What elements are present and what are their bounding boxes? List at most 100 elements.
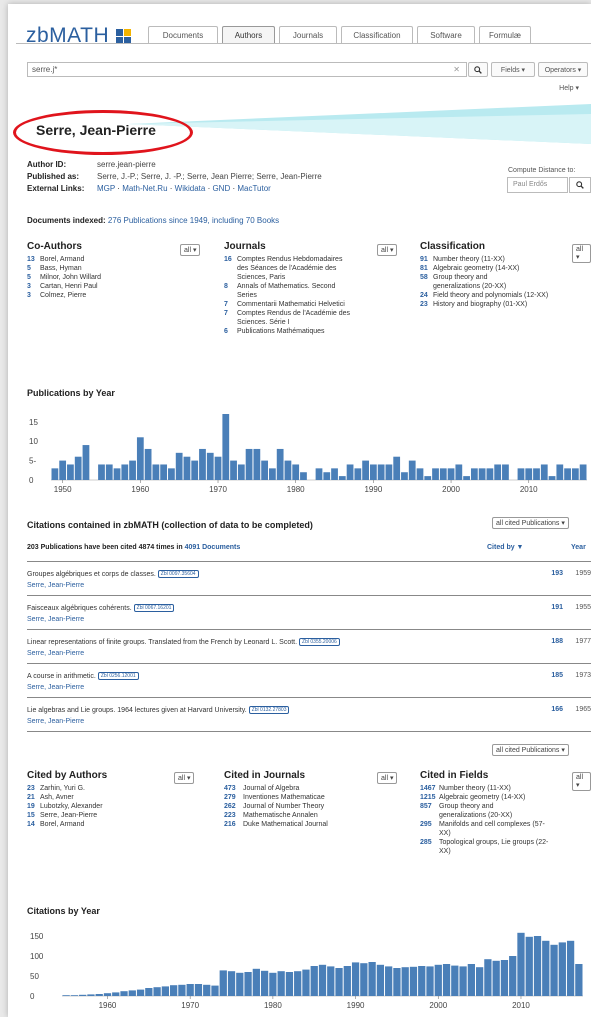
item-label[interactable]: Colmez, Pierre xyxy=(40,291,86,300)
chart-bar[interactable] xyxy=(186,984,194,996)
chart-bar[interactable] xyxy=(351,962,360,996)
search-input[interactable]: serre.j* ✕ xyxy=(27,62,467,77)
list-item[interactable]: 473 Journal of Algebra xyxy=(224,784,404,793)
chart-bar[interactable] xyxy=(459,966,467,996)
item-count[interactable]: 262 xyxy=(224,802,243,811)
chart-bar[interactable] xyxy=(566,940,575,996)
docs-link[interactable]: 276 Publications since 1949, including 7… xyxy=(108,216,279,225)
chart-bar[interactable] xyxy=(338,476,346,480)
chart-bar[interactable] xyxy=(575,964,583,996)
chart-bar[interactable] xyxy=(51,468,59,480)
operators-dropdown[interactable]: Operators ▾ xyxy=(538,62,588,77)
item-label[interactable]: Ash, Avner xyxy=(40,793,74,802)
chart-bar[interactable] xyxy=(206,452,214,480)
chart-bar[interactable] xyxy=(548,476,556,480)
item-count[interactable]: 3 xyxy=(27,282,40,291)
chart-bar[interactable] xyxy=(261,460,269,480)
chart-bar[interactable] xyxy=(484,959,492,996)
chart-bar[interactable] xyxy=(103,993,112,996)
chart-bar[interactable] xyxy=(558,942,566,996)
item-count[interactable]: 19 xyxy=(27,802,40,811)
chart-bar[interactable] xyxy=(227,971,236,996)
item-count[interactable]: 23 xyxy=(27,784,40,793)
item-count[interactable]: 216 xyxy=(224,820,243,829)
chart-bar[interactable] xyxy=(360,963,368,996)
coauthors-filter[interactable]: all ▾ xyxy=(180,244,201,256)
list-item[interactable]: 21 Ash, Avner xyxy=(27,793,207,802)
item-count[interactable]: 295 xyxy=(420,820,439,838)
chart-bar[interactable] xyxy=(418,966,426,996)
item-label[interactable]: Borel, Armand xyxy=(40,255,84,264)
cited-journals-filter[interactable]: all ▾ xyxy=(377,772,398,784)
publication-title[interactable]: Faisceaux algébriques cohérents. xyxy=(27,605,132,612)
chart-bar[interactable] xyxy=(517,932,525,996)
item-count[interactable]: 24 xyxy=(420,291,433,300)
help-dropdown[interactable]: Help ▾ xyxy=(559,84,579,92)
list-item[interactable]: 7 Comptes Rendus de l'Académie des Science… xyxy=(224,309,404,327)
chart-bar[interactable] xyxy=(502,464,509,480)
compute-distance-input[interactable]: Paul Erdős xyxy=(507,177,568,193)
chart-bar[interactable] xyxy=(161,986,170,996)
chart-bar[interactable] xyxy=(160,464,168,480)
item-label[interactable]: Cartan, Henri Paul xyxy=(40,282,98,291)
item-count[interactable]: 285 xyxy=(420,838,439,856)
item-label[interactable]: Publications Mathématiques xyxy=(237,327,325,336)
item-label[interactable]: Serre, Jean-Pierre xyxy=(40,811,97,820)
list-item[interactable]: 16 Comptes Rendus Hebdomadaires des Séance… xyxy=(224,255,404,282)
item-count[interactable]: 13 xyxy=(27,255,40,264)
chart-bar[interactable] xyxy=(70,995,79,996)
chart-bar[interactable] xyxy=(533,468,540,480)
item-count[interactable]: 5 xyxy=(27,264,40,273)
item-label[interactable]: Zarhin, Yuri G. xyxy=(40,784,85,793)
item-label[interactable]: Number theory (11-XX) xyxy=(439,784,511,793)
chart-bar[interactable] xyxy=(509,956,517,996)
link-mathnet[interactable]: Math-Net.Ru xyxy=(122,184,167,193)
chart-bar[interactable] xyxy=(128,990,136,996)
list-item[interactable]: 1215 Algebraic geometry (14-XX) xyxy=(420,793,590,802)
item-label[interactable]: Lubotzky, Alexander xyxy=(40,802,103,811)
chart-bar[interactable] xyxy=(393,968,401,996)
link-gnd[interactable]: GND xyxy=(212,184,230,193)
item-label[interactable]: Comptes Rendus de l'Académie des Sciences… xyxy=(237,309,350,327)
chart-bar[interactable] xyxy=(203,984,211,996)
list-item[interactable]: 14 Borel, Armand xyxy=(27,820,207,829)
chart-bar[interactable] xyxy=(463,476,470,480)
item-label[interactable]: Commentarii Mathematici Helvetici xyxy=(237,300,345,309)
list-item[interactable]: 24 Field theory and polynomials (12-XX) xyxy=(420,291,590,300)
chart-bar[interactable] xyxy=(79,994,87,996)
zbl-badge[interactable]: Zbl 0132.27803 xyxy=(248,706,290,714)
item-label[interactable]: Topological groups, Lie groups (22- XX) xyxy=(439,838,548,856)
chart-bar[interactable] xyxy=(354,468,362,480)
item-count[interactable]: 1215 xyxy=(420,793,439,802)
item-count[interactable]: 7 xyxy=(224,309,237,327)
chart-bar[interactable] xyxy=(276,448,284,480)
list-item[interactable]: 295 Manifolds and cell complexes (57- XX) xyxy=(420,820,590,838)
tab-journals[interactable]: Journals xyxy=(279,26,337,44)
fields-dropdown[interactable]: Fields ▾ xyxy=(491,62,535,77)
zbl-badge[interactable]: Zbl 0355.20006 xyxy=(299,638,340,646)
chart-bar[interactable] xyxy=(98,464,105,480)
chart-bar[interactable] xyxy=(214,456,222,480)
cited-by-count[interactable]: 185 xyxy=(527,672,563,679)
item-label[interactable]: Journal of Number Theory xyxy=(243,802,324,811)
search-button[interactable] xyxy=(468,62,488,77)
list-item[interactable]: 5 Milnor, John Willard xyxy=(27,273,207,282)
item-label[interactable]: Algebraic geometry (14-XX) xyxy=(433,264,519,273)
publication-author[interactable]: Serre, Jean-Pierre xyxy=(27,616,591,623)
tab-formulae[interactable]: Formulæ xyxy=(479,26,531,44)
list-item[interactable]: 216 Duke Mathematical Journal xyxy=(224,820,404,829)
cited-publications-filter-bottom[interactable]: all cited Publications ▾ xyxy=(492,744,569,756)
item-label[interactable]: Inventiones Mathematicae xyxy=(243,793,325,802)
chart-bar[interactable] xyxy=(168,468,175,480)
list-item[interactable]: 3 Colmez, Pierre xyxy=(27,291,207,300)
chart-bar[interactable] xyxy=(368,962,376,996)
chart-bar[interactable] xyxy=(455,464,463,480)
chart-bar[interactable] xyxy=(550,944,558,996)
chart-bar[interactable] xyxy=(191,460,199,480)
chart-bar[interactable] xyxy=(323,472,331,480)
list-item[interactable]: 19 Lubotzky, Alexander xyxy=(27,802,207,811)
item-count[interactable]: 6 xyxy=(224,327,237,336)
list-item[interactable]: 81 Algebraic geometry (14-XX) xyxy=(420,264,590,273)
chart-bar[interactable] xyxy=(525,468,533,480)
item-label[interactable]: Duke Mathematical Journal xyxy=(243,820,328,829)
